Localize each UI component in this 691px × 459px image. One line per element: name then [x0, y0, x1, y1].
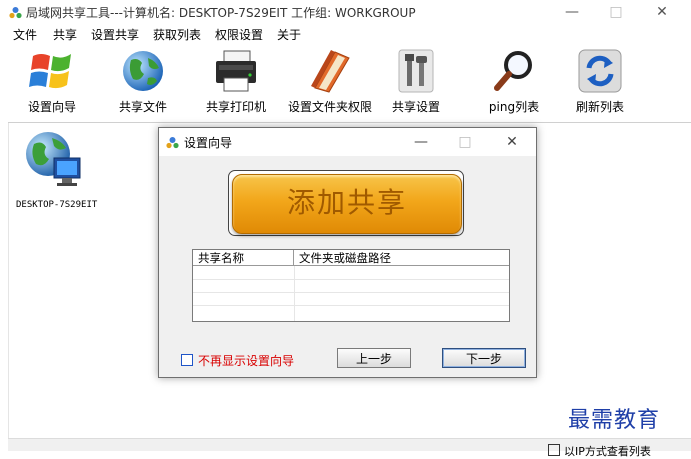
table-row: [193, 305, 509, 306]
toolbar-setup-wizard-button[interactable]: 设置向导: [20, 48, 84, 122]
add-share-button[interactable]: 添加共享: [232, 174, 462, 234]
setup-wizard-dialog: 设置向导 — □ ✕ 添加共享 共享名称 文件夹或磁盘路径 不再显示设置向导 上…: [158, 127, 537, 378]
close-button[interactable]: ✕: [643, 2, 681, 22]
toolbar-ping-list-button[interactable]: ping列表: [482, 48, 546, 122]
toolbar-share-settings-button[interactable]: 共享设置: [384, 48, 448, 122]
toolbar-share-printer-button[interactable]: 共享打印机: [198, 48, 274, 122]
toolbar-share-files-button[interactable]: 共享文件: [111, 48, 175, 122]
folder-book-icon: [311, 50, 350, 93]
globe-icon: [123, 51, 163, 91]
window-title: 局域网共享工具---计算机名: DESKTOP-7S29EIT 工作组: WOR…: [26, 6, 416, 20]
title-bar: 局域网共享工具---计算机名: DESKTOP-7S29EIT 工作组: WOR…: [0, 0, 691, 24]
column-header-share-name[interactable]: 共享名称: [193, 250, 294, 266]
toolbar-refresh-list-button[interactable]: 刷新列表: [568, 48, 632, 122]
dialog-title: 设置向导: [184, 136, 233, 150]
checkbox-box: [181, 354, 193, 366]
table-column-divider: [294, 266, 295, 321]
toolbar-label: 共享设置: [391, 100, 440, 114]
add-share-frame: 添加共享: [228, 170, 464, 236]
column-header-folder-path[interactable]: 文件夹或磁盘路径: [294, 250, 509, 266]
ip-view-label: 以IP方式查看列表: [564, 445, 651, 458]
menu-about[interactable]: 关于: [277, 26, 301, 43]
dialog-maximize-button[interactable]: □: [445, 132, 485, 152]
menu-permissions[interactable]: 权限设置: [215, 26, 263, 43]
magnifier-icon: [494, 51, 532, 91]
toolbar-folder-permissions-button[interactable]: 设置文件夹权限: [282, 48, 378, 122]
computer-name-label: DESKTOP-7S29EIT: [16, 200, 98, 210]
menu-set-share[interactable]: 设置共享: [91, 26, 139, 43]
dont-show-wizard-checkbox[interactable]: 不再显示设置向导: [181, 352, 294, 369]
toolbar-label: 设置向导: [27, 100, 76, 114]
previous-step-button[interactable]: 上一步: [337, 348, 411, 368]
menu-bar: 文件 共享 设置共享 获取列表 权限设置 关于: [0, 24, 691, 44]
toolbar-label: 共享文件: [118, 100, 167, 114]
maximize-button[interactable]: □: [597, 2, 635, 22]
table-row: [193, 279, 509, 280]
toolbar-label: 设置文件夹权限: [287, 100, 372, 114]
minimize-button[interactable]: —: [553, 2, 591, 22]
share-app-icon: [166, 137, 179, 149]
toolbar-label: ping列表: [488, 100, 540, 114]
next-step-button[interactable]: 下一步: [442, 348, 526, 368]
windows-flag-icon: [29, 54, 71, 89]
table-row: [193, 292, 509, 293]
dont-show-wizard-label: 不再显示设置向导: [198, 354, 295, 368]
menu-share[interactable]: 共享: [53, 26, 77, 43]
network-computer-icon[interactable]: [24, 130, 84, 192]
toolbar: 设置向导 共享文件 共享打印机 设置文件夹权限 共享设置 ping列表 刷新列表: [8, 44, 691, 123]
toolbar-label: 共享打印机: [205, 100, 266, 114]
toolbar-label: 刷新列表: [575, 100, 624, 114]
checkbox-box: [548, 444, 560, 456]
watermark: 最需教育: [568, 408, 661, 433]
tools-icon: [398, 49, 434, 93]
ip-view-checkbox[interactable]: 以IP方式查看列表: [548, 443, 651, 459]
printer-icon: [216, 50, 256, 92]
dialog-minimize-button[interactable]: —: [401, 132, 441, 152]
share-table[interactable]: 共享名称 文件夹或磁盘路径: [192, 249, 510, 322]
main-window: 局域网共享工具---计算机名: DESKTOP-7S29EIT 工作组: WOR…: [0, 0, 691, 458]
menu-file[interactable]: 文件: [13, 26, 37, 43]
share-app-icon: [9, 7, 22, 19]
menu-get-list[interactable]: 获取列表: [153, 26, 201, 43]
dialog-title-bar: 设置向导 — □ ✕: [159, 128, 536, 156]
dialog-close-button[interactable]: ✕: [492, 132, 532, 152]
refresh-icon: [578, 49, 622, 93]
